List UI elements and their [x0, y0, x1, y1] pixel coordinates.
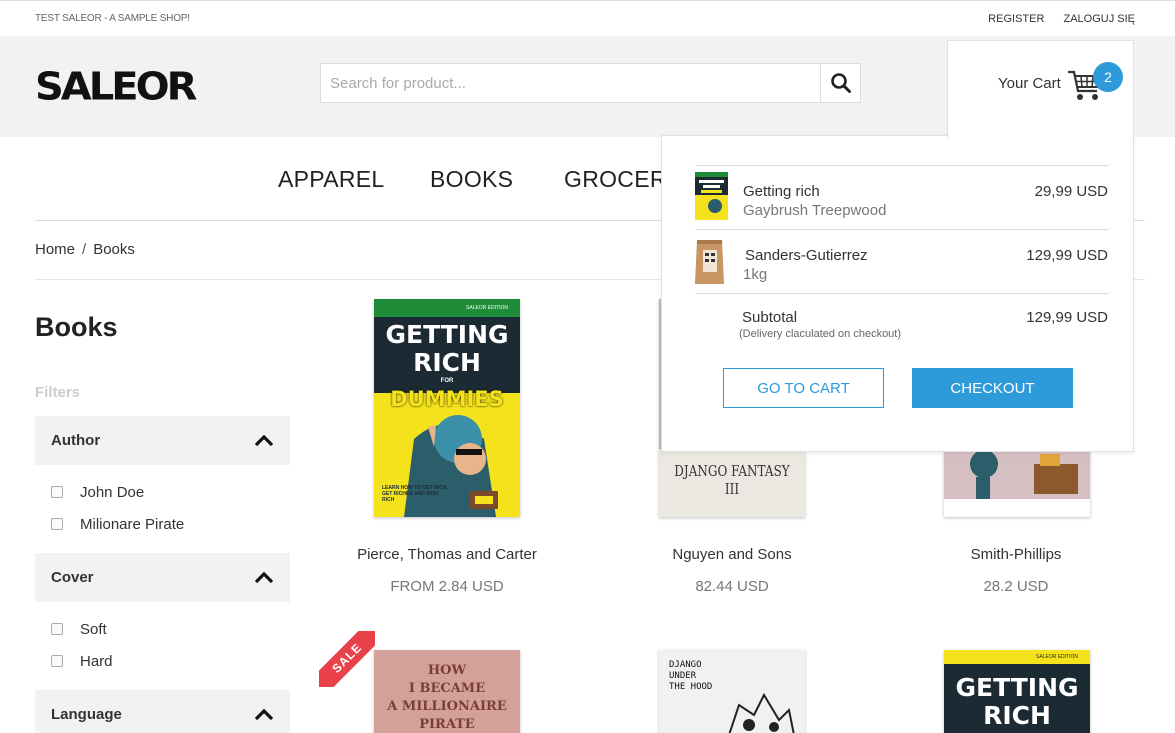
cover-line1: HOW — [427, 663, 467, 678]
cover-edition: SALEOR EDITION — [466, 305, 508, 311]
search-icon — [830, 73, 851, 93]
checkbox[interactable] — [51, 655, 63, 667]
page: TEST SALEOR - A SAMPLE SHOP! REGISTER ZA… — [0, 0, 1175, 733]
book-thumbnail — [695, 172, 728, 220]
divider — [695, 293, 1109, 294]
filter-option-label[interactable]: Milionare Pirate — [80, 516, 184, 533]
divider — [695, 229, 1109, 230]
cart-item-name[interactable]: Getting rich — [743, 183, 820, 200]
checkbox[interactable] — [51, 518, 63, 530]
cover-title-line1: GETTING — [955, 673, 1079, 702]
subtotal-note: (Delivery claculated on checkout) — [739, 328, 902, 340]
product-price: 82.44 USD — [695, 578, 769, 595]
cart-item-variant: Gaybrush Treepwood — [743, 202, 887, 219]
cart-item-price: 29,99 USD — [1034, 183, 1108, 200]
subtotal-label: Subtotal — [742, 309, 798, 326]
product-name[interactable]: Nguyen and Sons — [602, 546, 862, 563]
product-price: 28.2 USD — [983, 578, 1049, 595]
sale-badge: SALE — [319, 631, 375, 687]
breadcrumb-home[interactable]: Home — [35, 241, 75, 258]
breadcrumb-separator: / — [82, 241, 87, 258]
chevron-up-icon — [254, 571, 274, 584]
checkbox[interactable] — [51, 623, 63, 635]
nav-item-apparel[interactable]: APPAREL — [278, 166, 385, 193]
nav-item-groceries[interactable]: GROCER — [564, 166, 667, 193]
cover-tagline: LEARN HOW TO GET RICH, GET RICHER AND ST… — [382, 485, 448, 503]
filter-author-header[interactable]: Author — [35, 416, 290, 465]
filter-language-header[interactable]: Language — [35, 690, 290, 733]
cover-title: DJANGO FANTASY III — [674, 462, 790, 498]
breadcrumb-current[interactable]: Books — [93, 241, 135, 258]
checkout-button[interactable]: CHECKOUT — [912, 368, 1073, 408]
filter-option-label[interactable]: Soft — [80, 621, 107, 638]
cover-title-line3: DUMMIES — [390, 387, 504, 411]
login-link[interactable]: ZALOGUJ SIĘ — [1063, 13, 1135, 25]
cart-item-name[interactable]: Sanders-Gutierrez — [745, 247, 868, 264]
breadcrumb: Home / Books — [35, 241, 135, 258]
cover-title-line2: RICH — [983, 701, 1051, 730]
filter-language-title: Language — [51, 706, 122, 723]
product-name[interactable]: Pierce, Thomas and Carter — [317, 546, 577, 563]
saleor-logo[interactable]: SALEOR — [35, 65, 197, 109]
cover-line2: I BECAME — [408, 681, 486, 696]
sale-badge-label: SALE — [319, 631, 375, 687]
category-title: Books — [35, 312, 118, 342]
cart-item-variant: 1kg — [743, 266, 768, 283]
cart-item-thumbnail[interactable] — [693, 236, 726, 286]
cover-line4: PIRATE — [419, 717, 475, 732]
product-image-how-i-became[interactable]: HOW I BECAME A MILLIONAIRE PIRATE — [374, 650, 520, 733]
cover-title-line1: GETTING — [385, 320, 509, 349]
cart-count-badge: 2 — [1093, 62, 1123, 92]
shop-tagline: TEST SALEOR - A SAMPLE SHOP! — [35, 13, 190, 24]
cover-line2: UNDER — [669, 671, 697, 681]
top-bar: TEST SALEOR - A SAMPLE SHOP! REGISTER ZA… — [0, 0, 1175, 36]
search-bar — [320, 63, 861, 103]
go-to-cart-button[interactable]: GO TO CART — [723, 368, 884, 408]
subtotal-value: 129,99 USD — [1026, 309, 1108, 326]
chevron-up-icon — [254, 434, 274, 447]
chevron-up-icon — [254, 708, 274, 721]
filter-option-label[interactable]: Hard — [80, 653, 113, 670]
cart-item-price: 129,99 USD — [1026, 247, 1108, 264]
cart-toggle[interactable]: Your Cart 2 — [947, 40, 1134, 138]
divider — [695, 165, 1109, 166]
product-price: FROM 2.84 USD — [390, 578, 504, 595]
cart-label: Your Cart — [998, 75, 1061, 92]
filter-author-title: Author — [51, 432, 101, 449]
cover-line3: A MILLIONAIRE — [387, 699, 507, 714]
nav-item-books[interactable]: BOOKS — [430, 166, 513, 193]
cover-for: FOR — [440, 378, 454, 384]
filter-cover-title: Cover — [51, 569, 94, 586]
checkbox[interactable] — [51, 486, 63, 498]
product-image-getting-rich-2[interactable]: SALEOR EDITION GETTING RICH — [944, 650, 1090, 733]
filters-label: Filters — [35, 384, 81, 401]
product-image-getting-rich[interactable]: SALEOR EDITION GETTING RICH FOR DUMMIES … — [374, 299, 520, 517]
register-link[interactable]: REGISTER — [988, 13, 1044, 25]
cart-item-thumbnail[interactable] — [695, 172, 728, 220]
coffee-bag-thumbnail — [695, 240, 724, 284]
cart-dropdown: Getting rich Gaybrush Treepwood 29,99 US… — [661, 135, 1134, 452]
cover-line1: DJANGO — [669, 660, 702, 670]
cover-title-line2: RICH — [413, 348, 481, 377]
search-input[interactable] — [321, 64, 821, 102]
product-image-django-under-the-hood[interactable]: DJANGO UNDER THE HOOD — [659, 650, 805, 733]
account-links: REGISTER ZALOGUJ SIĘ — [972, 13, 1135, 25]
product-name[interactable]: Smith-Phillips — [886, 546, 1146, 563]
cover-edition: SALEOR EDITION — [1036, 654, 1078, 660]
filter-option-label[interactable]: John Doe — [80, 484, 144, 501]
cover-line3: THE HOOD — [669, 682, 713, 692]
machine-illustration — [728, 692, 795, 733]
filter-cover-header[interactable]: Cover — [35, 553, 290, 602]
search-button[interactable] — [820, 64, 860, 102]
